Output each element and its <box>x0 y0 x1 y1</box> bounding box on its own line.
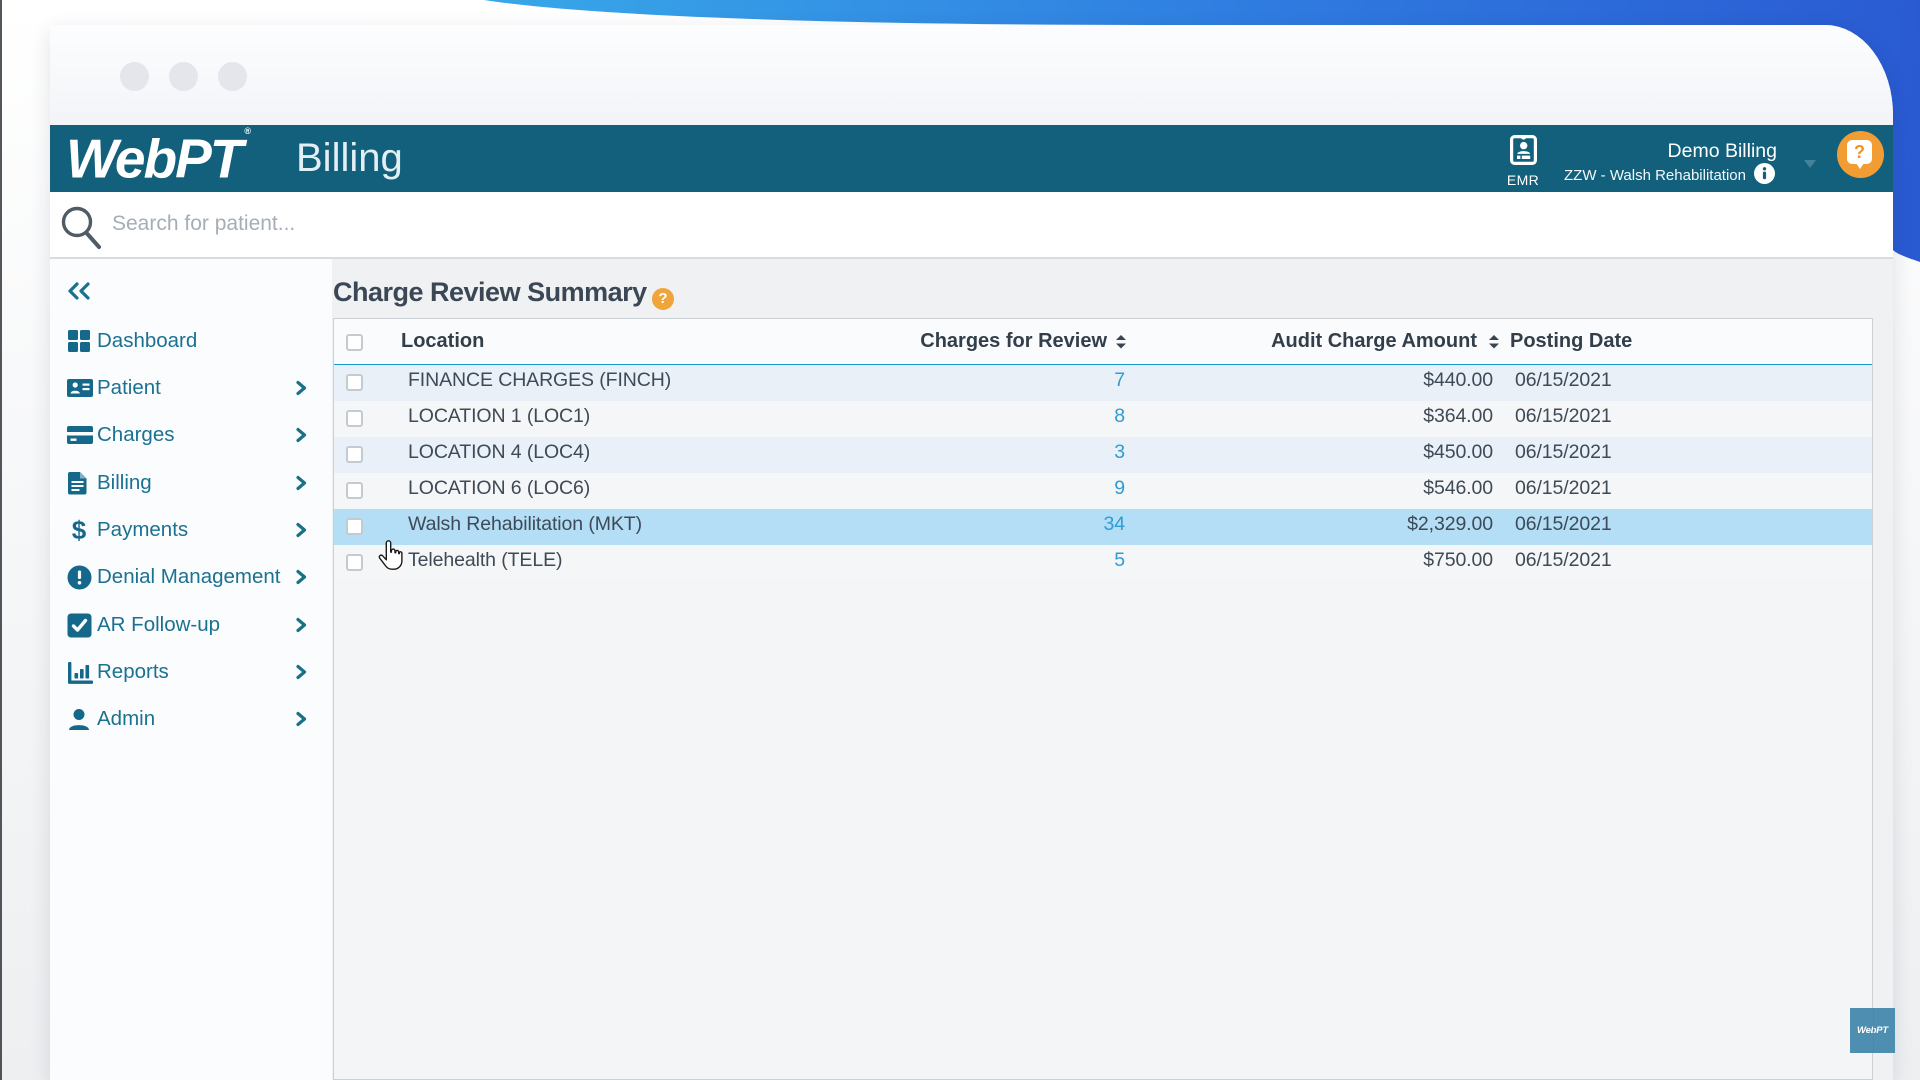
svg-text:$: $ <box>72 518 87 544</box>
